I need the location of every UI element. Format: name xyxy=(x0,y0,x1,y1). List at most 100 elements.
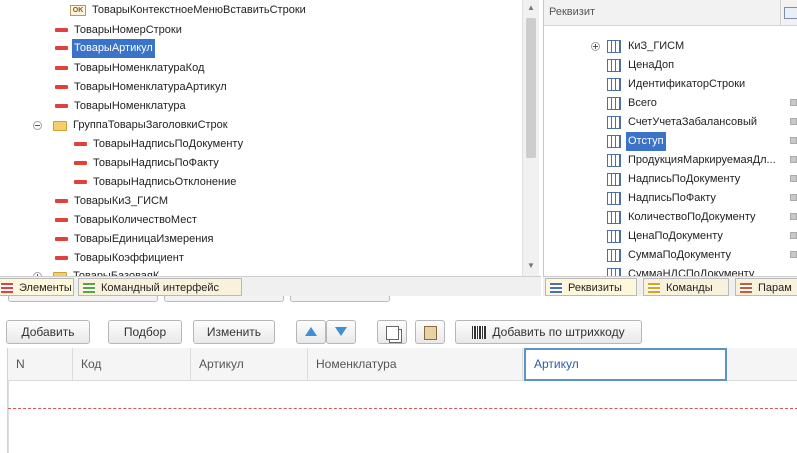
tree-scrollbar[interactable]: ▲ ▼ xyxy=(522,0,539,276)
checkbox-marker[interactable] xyxy=(790,175,797,182)
checkbox-marker[interactable] xyxy=(790,251,797,258)
requisite-label: КоличествоПоДокументу xyxy=(628,211,756,223)
table-icon xyxy=(607,78,621,91)
expand-icon[interactable] xyxy=(591,42,600,51)
tree-item[interactable]: ТоварыНомерСтроки xyxy=(55,21,184,40)
tree-item-label: ТоварыНадписьОтклонение xyxy=(93,176,237,188)
field-icon xyxy=(55,199,68,203)
move-down-button[interactable] xyxy=(326,320,356,344)
checkbox-marker[interactable] xyxy=(790,232,797,239)
move-up-button[interactable] xyxy=(296,320,326,344)
tree-item-label: ТоварыНоменклатура xyxy=(74,100,186,112)
tree-item[interactable]: ТоварыНоменклатура xyxy=(55,97,188,116)
tree-group[interactable]: ТоварыБазоваяК xyxy=(53,267,161,276)
preview-tab xyxy=(164,296,284,302)
column-header-article[interactable]: Артикул xyxy=(191,348,308,381)
requisite-item[interactable]: ЦенаПоДокументу xyxy=(607,227,725,246)
requisite-item[interactable]: СуммаПоДокументу xyxy=(607,246,733,265)
copy-button[interactable] xyxy=(377,320,407,344)
tree-item[interactable]: ТоварыЕдиницаИзмерения xyxy=(55,230,215,249)
left-tabbar: Элементы Командный интерфейс xyxy=(0,276,541,296)
add-button[interactable]: Добавить xyxy=(6,320,90,344)
requisite-label: НадписьПоДокументу xyxy=(628,173,741,185)
tree-item[interactable]: ТоварыНадписьОтклонение xyxy=(74,173,238,192)
tree-item[interactable]: ТоварыНоменклатураКод xyxy=(55,59,206,78)
checkbox-marker[interactable] xyxy=(790,213,797,220)
table-icon xyxy=(607,173,621,186)
tab-params[interactable]: Парам xyxy=(735,278,797,296)
tree-item[interactable]: ТоварыКоличествоМест xyxy=(55,211,199,230)
field-icon xyxy=(55,104,68,108)
checkbox-marker[interactable] xyxy=(790,99,797,106)
tree-item[interactable]: ТоварыНадписьПоФакту xyxy=(74,154,221,173)
table-icon xyxy=(607,59,621,72)
field-icon xyxy=(74,142,87,146)
tab-label: Командный интерфейс xyxy=(101,282,220,294)
requisite-label: Отступ xyxy=(626,132,666,151)
goods-table: N Код Артикул Номенклатура Артикул xyxy=(7,348,797,453)
elements-icon xyxy=(1,283,13,293)
arrow-up-icon xyxy=(305,327,317,337)
scroll-thumb[interactable] xyxy=(526,18,536,158)
requisite-label: Всего xyxy=(628,97,657,109)
requisite-item[interactable]: НадписьПоФакту xyxy=(607,189,718,208)
checkbox-marker[interactable] xyxy=(790,118,797,125)
form-elements-tree: OK ТоварыКонтекстноеМенюВставитьСтроки То… xyxy=(0,0,540,276)
field-icon xyxy=(74,180,87,184)
tab-label: Парам xyxy=(758,282,792,294)
requisite-item[interactable]: ЦенаДоп xyxy=(607,56,676,75)
field-icon xyxy=(55,237,68,241)
paste-button[interactable] xyxy=(415,320,445,344)
tree-item[interactable]: ТоварыКиЗ_ГИСМ xyxy=(55,192,170,211)
table-icon xyxy=(607,154,621,167)
tab-label: Элементы xyxy=(19,282,72,294)
requisite-label: ПродукцияМаркируемаяДл... xyxy=(628,154,776,166)
tree-item[interactable]: ТоварыКоэффициент xyxy=(55,249,186,268)
tree-group[interactable]: ГруппаТоварыЗаголовкиСтрок xyxy=(53,116,230,135)
requisite-item[interactable]: Всего xyxy=(607,94,659,113)
column-header-n[interactable]: N xyxy=(8,348,73,381)
table-icon xyxy=(607,268,621,276)
collapse-icon[interactable] xyxy=(33,121,42,130)
table-settings-icon[interactable] xyxy=(784,7,797,19)
header-divider xyxy=(780,0,781,26)
barcode-icon xyxy=(472,326,487,340)
requisite-item[interactable]: ИдентификаторСтроки xyxy=(607,75,747,94)
requisite-label: КиЗ_ГИСМ xyxy=(628,40,685,52)
checkbox-marker[interactable] xyxy=(790,137,797,144)
tab-elements[interactable]: Элементы xyxy=(0,278,74,296)
requisite-item[interactable]: КоличествоПоДокументу xyxy=(607,208,758,227)
requisite-item[interactable]: СчетУчетаЗабалансовый xyxy=(607,113,759,132)
scroll-down-icon[interactable]: ▼ xyxy=(523,258,539,274)
edit-button[interactable]: Изменить xyxy=(193,320,275,344)
requisite-label: ЦенаДоп xyxy=(628,59,675,71)
tree-item[interactable]: ТоварыНоменклатураАртикул xyxy=(55,78,229,97)
scroll-up-icon[interactable]: ▲ xyxy=(523,0,539,16)
requisite-item[interactable]: ПродукцияМаркируемаяДл... xyxy=(607,151,778,170)
checkbox-marker[interactable] xyxy=(790,194,797,201)
tree-item-label: ТоварыНоменклатураКод xyxy=(74,62,205,74)
column-header-article-focused[interactable]: Артикул xyxy=(524,348,727,381)
tree-item-label: ТоварыНадписьПоДокументу xyxy=(93,138,244,150)
requisite-item-selected[interactable]: Отступ xyxy=(607,132,666,151)
tree-item-label: ТоварыНомерСтроки xyxy=(74,24,182,36)
column-header-code[interactable]: Код xyxy=(73,348,191,381)
add-by-barcode-button[interactable]: Добавить по штрихкоду xyxy=(455,320,642,344)
field-icon xyxy=(55,28,68,32)
tab-commands[interactable]: Команды xyxy=(643,278,729,296)
tree-item[interactable]: OK ТоварыКонтекстноеМенюВставитьСтроки xyxy=(70,1,308,20)
tab-requisites[interactable]: Реквизиты xyxy=(545,278,637,296)
column-header-nomenclature[interactable]: Номенклатура xyxy=(308,348,523,381)
requisite-item[interactable]: СуммаНДСПоДокументу xyxy=(607,265,756,276)
tree-item-label: ТоварыНадписьПоФакту xyxy=(93,157,219,169)
preview-tab-strip xyxy=(8,296,788,304)
tab-command-interface[interactable]: Командный интерфейс xyxy=(78,278,242,296)
requisite-item[interactable]: КиЗ_ГИСМ xyxy=(607,37,686,56)
pick-button[interactable]: Подбор xyxy=(108,320,182,344)
tree-item[interactable]: ТоварыНадписьПоДокументу xyxy=(74,135,245,154)
requisite-item[interactable]: НадписьПоДокументу xyxy=(607,170,742,189)
checkbox-marker[interactable] xyxy=(790,156,797,163)
requisite-label: ИдентификаторСтроки xyxy=(628,78,746,90)
tree-item-selected[interactable]: ТоварыАртикул xyxy=(55,39,155,58)
form-preview: Добавить Подбор Изменить Добавить по штр… xyxy=(0,296,797,453)
